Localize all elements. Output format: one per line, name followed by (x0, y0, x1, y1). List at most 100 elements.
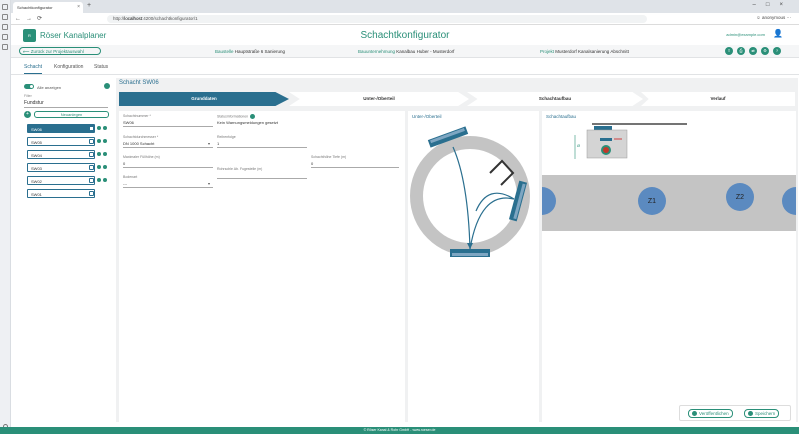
main-content: Schacht SW06 Grunddaten Unter-/Oberteil … (116, 78, 798, 422)
os-history-icon[interactable] (2, 24, 8, 30)
os-app-icon[interactable] (2, 4, 8, 10)
shaft-body (542, 175, 796, 231)
address-bar-row: ←→⟳ http://localhost:4200/schachtkonfigu… (11, 13, 799, 25)
step-verlauf[interactable]: Verlauf (641, 92, 795, 106)
info-bauunternehmung: Bauunternehmung Kanalbau Huber - Musterd… (358, 49, 455, 54)
window-controls[interactable]: –□× (753, 2, 793, 8)
shaft-edit-icon[interactable] (97, 165, 101, 169)
tab-konfiguration[interactable]: Konfiguration (54, 64, 83, 70)
url-path: :4200/schachtkonfigurator/1 (142, 16, 198, 21)
url-field[interactable]: http://localhost:4200/schachtkonfigurato… (107, 15, 647, 23)
tab-status[interactable]: Status (94, 64, 108, 70)
shaft-section-view[interactable]: Ø Z1 Z2 (542, 121, 796, 231)
shaft-name: SW01 (27, 189, 95, 198)
page-title: Schachtkonfigurator (360, 30, 450, 41)
publish-icon (692, 411, 697, 417)
unter-oberteil-panel: Unter-/Oberteil (408, 111, 539, 422)
shaft-row[interactable]: SW05 (27, 137, 109, 146)
shaft-checkbox-icon[interactable] (89, 165, 94, 170)
os-extension-icon[interactable] (2, 44, 8, 50)
shaft-row[interactable]: SW01 (27, 189, 109, 198)
add-shaft-button[interactable]: + Neuanlegen (24, 111, 109, 118)
shaft-delete-icon[interactable] (103, 126, 107, 130)
shaft-delete-icon[interactable] (103, 152, 107, 156)
os-bookmark-icon[interactable] (2, 14, 8, 20)
browser-tab[interactable]: Schachtkonfigurator × (13, 2, 83, 13)
save-button[interactable]: Speichern (744, 409, 780, 418)
help-icon[interactable]: ? (773, 47, 781, 55)
shaft-checkbox-icon[interactable] (89, 152, 94, 157)
shaft-delete-icon[interactable] (103, 165, 107, 169)
back-to-projects-button[interactable]: ⟵ Zurück zur Projektauswahl (19, 47, 101, 55)
shaft-edit-icon[interactable] (97, 178, 101, 182)
project-info-bar: ⟵ Zurück zur Projektauswahl Baustelle Ha… (11, 45, 799, 58)
browser-tab-bar: Schachtkonfigurator × + –□× (11, 0, 799, 13)
show-all-toggle[interactable] (24, 84, 34, 89)
step-schachtaufbau[interactable]: Schachtaufbau (467, 92, 643, 106)
nav-buttons[interactable]: ←→⟳ (15, 15, 47, 22)
shaft-row[interactable]: SW04 (27, 150, 109, 159)
drain-center (603, 147, 609, 153)
print-icon[interactable]: ⎙ (737, 47, 745, 55)
form-panel: Schachtnummer * SW06 Statusinformationen… (119, 111, 405, 422)
shaft-edit-icon[interactable] (97, 139, 101, 143)
shaft-checkbox-icon[interactable] (89, 178, 94, 183)
action-bar: Veröffentlichen Speichern (679, 405, 791, 421)
settings-icon[interactable]: ⚙ (761, 47, 769, 55)
shaft-checkbox-icon[interactable] (89, 126, 94, 131)
browser-user: anonymous (761, 15, 786, 20)
shaft-edit-icon[interactable] (97, 126, 101, 130)
shaft-row[interactable]: SW03 (27, 163, 109, 172)
info-baustelle: Baustelle Hauptstraße 6 Sanierung (215, 49, 286, 54)
shaft-sidebar: Alle anzeigen Filter Fundstur + Neuanleg… (20, 79, 112, 424)
schacht-input[interactable]: SW06 (123, 120, 213, 127)
durchmesser-select[interactable]: DN 1000 Schacht (123, 141, 213, 148)
status-label: Statusinformationen (217, 114, 256, 119)
search-input[interactable]: Fundstur (24, 100, 108, 108)
reihenfolge-input[interactable]: 1 (217, 141, 307, 148)
publish-button[interactable]: Veröffentlichen (688, 409, 733, 418)
new-tab-icon[interactable]: + (87, 2, 91, 9)
shaft-name: SW04 (27, 150, 95, 159)
shaft-edit-icon[interactable] (97, 152, 101, 156)
save-icon (748, 411, 753, 417)
shaft-checkbox-icon[interactable] (89, 191, 94, 196)
shaft-delete-icon[interactable] (103, 178, 107, 182)
tab-schacht[interactable]: Schacht (24, 64, 43, 74)
os-download-icon[interactable] (2, 34, 8, 40)
shaft-delete-icon[interactable] (103, 139, 107, 143)
add-shaft-label: Neuanlegen (34, 111, 109, 118)
schachthoehe-input[interactable]: 0 (311, 161, 399, 168)
dimension-text: Ø (577, 143, 580, 148)
url-scheme: http:// (113, 16, 125, 21)
unter-oberteil-title: Unter-/Oberteil (412, 114, 442, 119)
url-host: localhost (124, 16, 143, 21)
main-tabs: Schacht Konfiguration Status (11, 58, 799, 75)
bodenart-select[interactable]: --- (123, 181, 213, 188)
shaft-checkbox-icon[interactable] (89, 139, 94, 144)
shaft-row[interactable]: SW02 (27, 176, 109, 185)
max-fuell-input[interactable]: 0 (123, 161, 213, 168)
step-unter-oberteil[interactable]: Unter-/Oberteil (289, 92, 469, 106)
bodenart-label: Bodenart (123, 175, 138, 179)
rohrsohle-input[interactable] (217, 173, 307, 179)
shaft-name: SW05 (27, 137, 95, 146)
browser-profile[interactable]: ☺ anonymous ⋯ (756, 15, 791, 21)
user-icon[interactable]: 👤 (773, 29, 783, 38)
pipe-inlet (600, 138, 612, 141)
step-grunddaten[interactable]: Grunddaten (119, 92, 289, 106)
shaft-row[interactable]: SW06 (27, 124, 109, 133)
ring-z1-label: Z1 (648, 198, 656, 205)
cover-plate (594, 126, 612, 130)
shaft-top-view[interactable] (408, 121, 539, 261)
share-icon[interactable]: ⇄ (749, 47, 757, 55)
app-name: Röser Kanalplaner (40, 31, 107, 40)
schachtaufbau-title: Schachtaufbau (546, 114, 577, 119)
status-value: Kein Warnungsmeldungen gesetzt (217, 120, 278, 125)
sidebar-settings-icon[interactable] (104, 83, 110, 89)
shaft-name: SW02 (27, 176, 95, 185)
shaft-name: SW06 (27, 124, 95, 133)
export-icon[interactable]: ⇪ (725, 47, 733, 55)
app-logo: R (23, 29, 36, 42)
close-tab-icon[interactable]: × (77, 4, 80, 10)
